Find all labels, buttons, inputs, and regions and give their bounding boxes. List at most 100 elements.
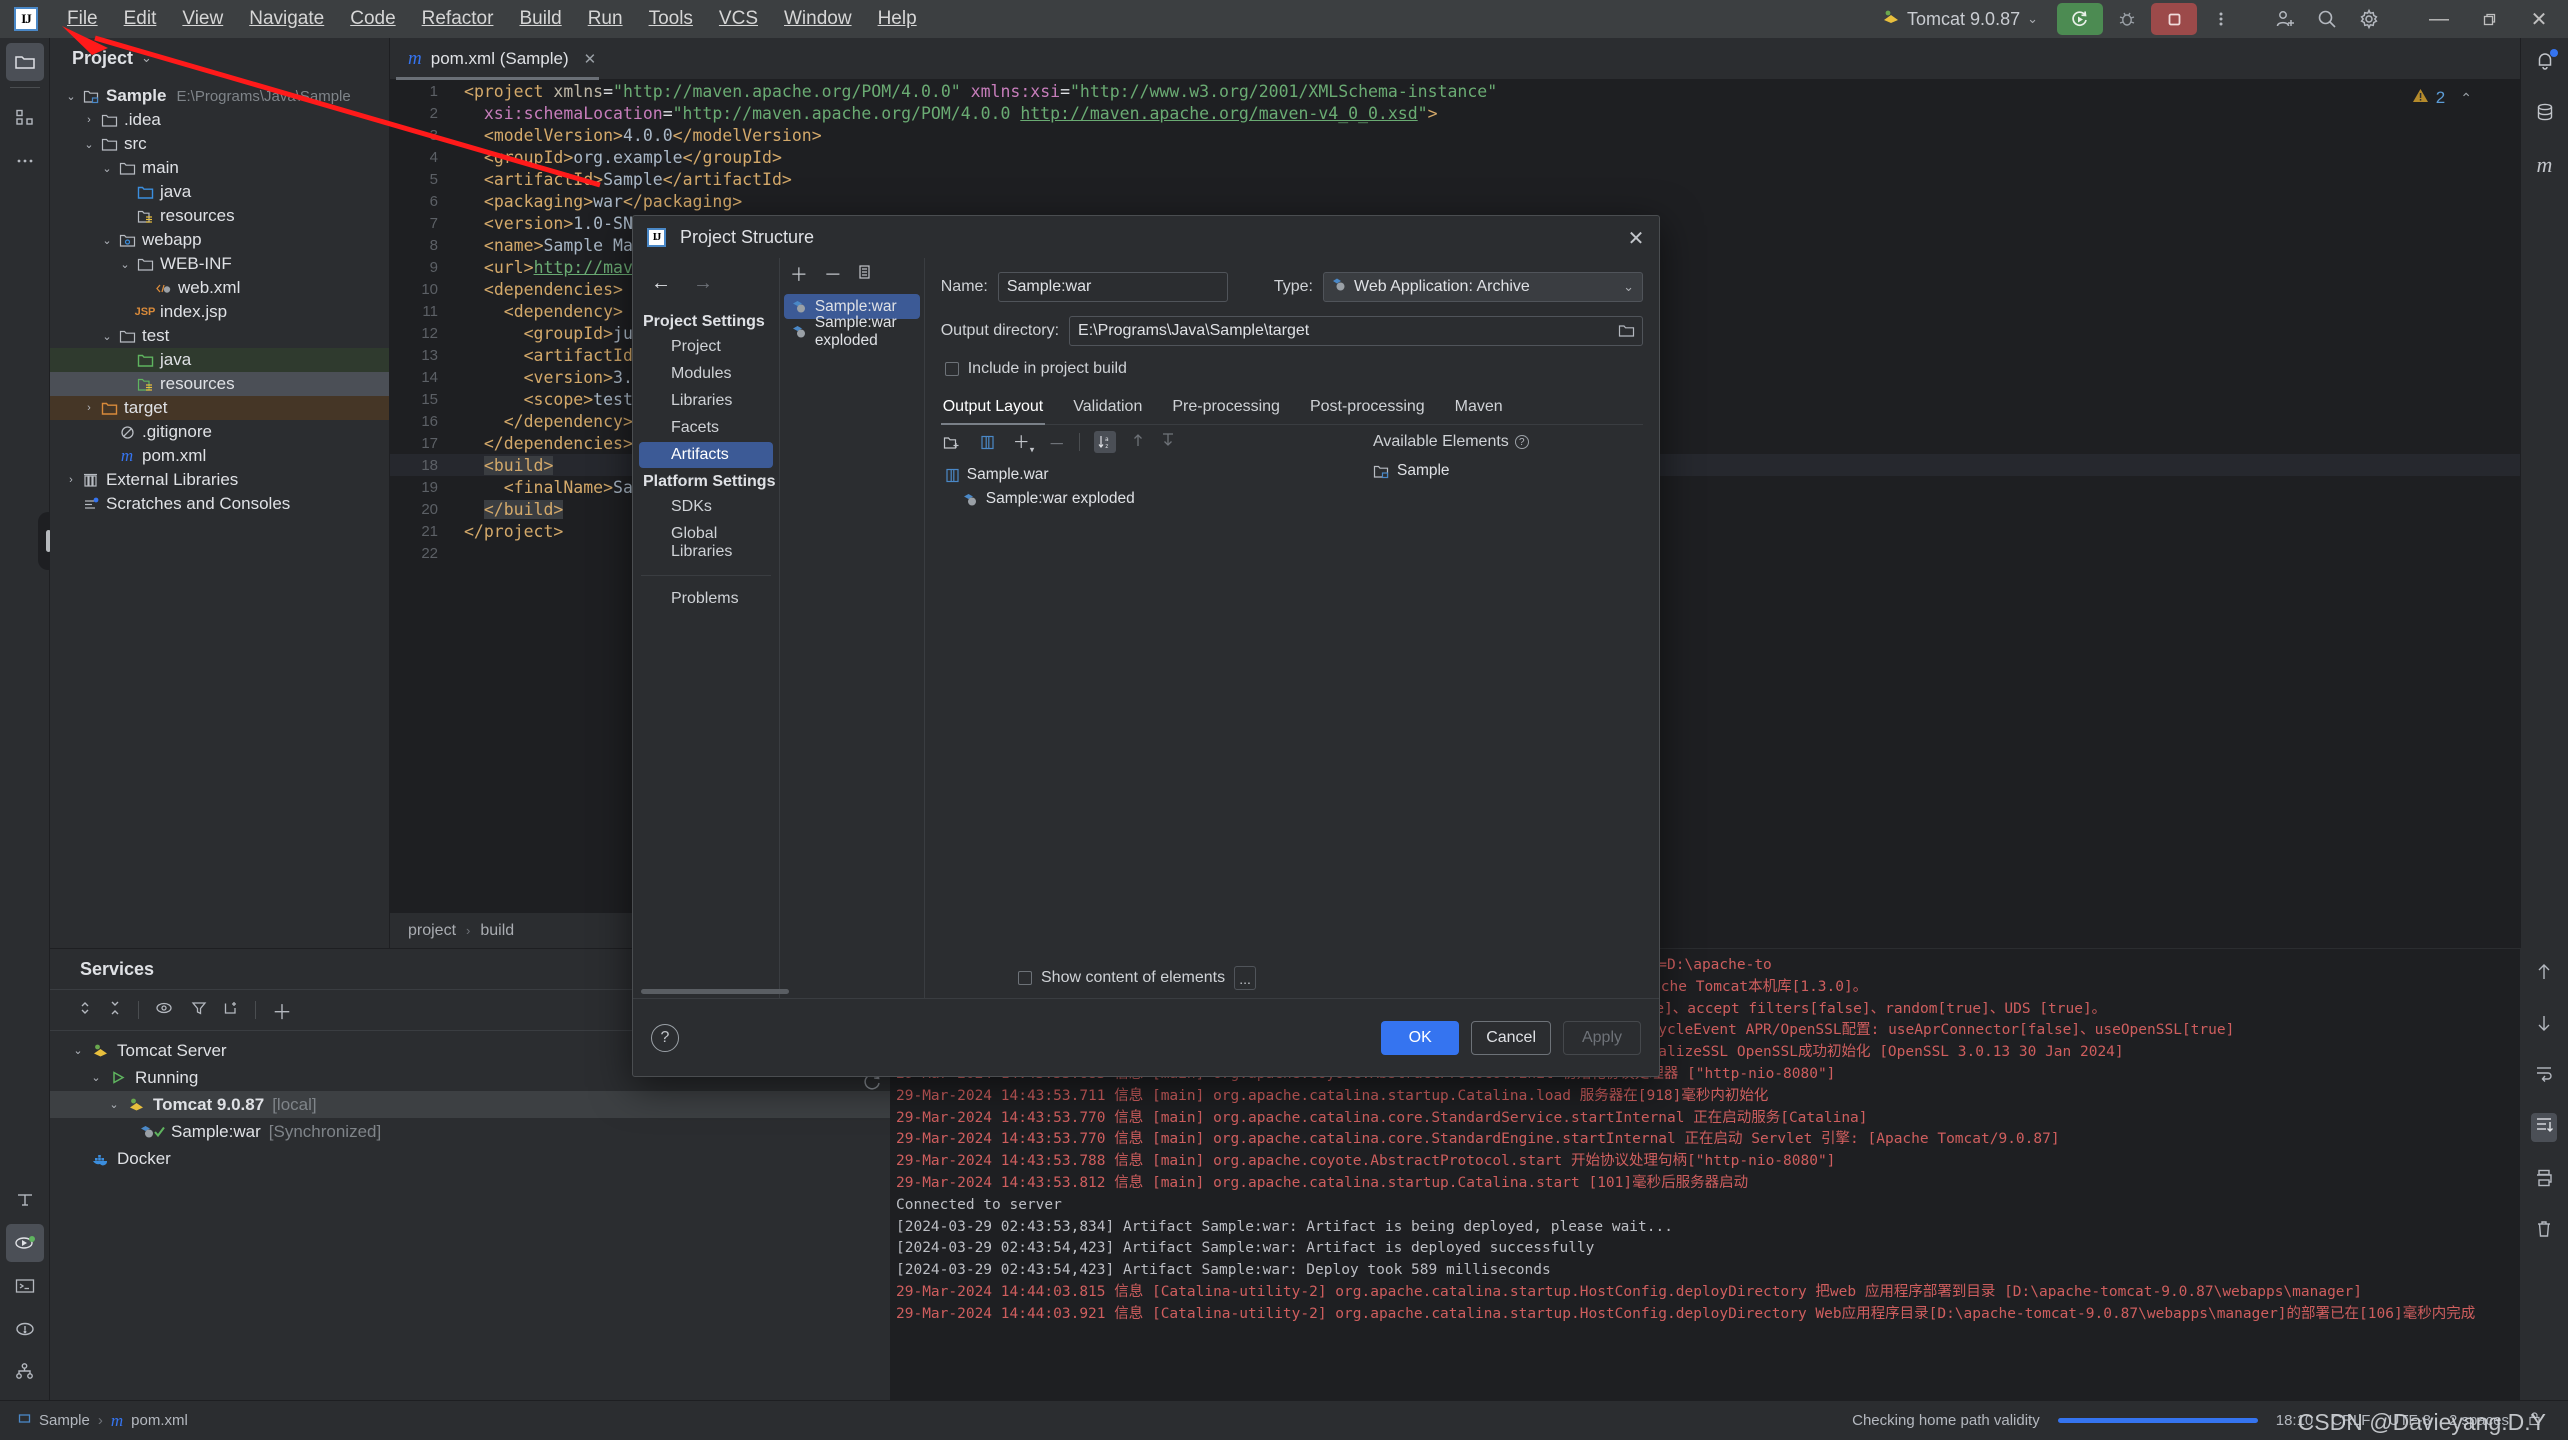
- tree-node[interactable]: resources: [50, 204, 389, 228]
- search-icon[interactable]: [2306, 0, 2348, 38]
- code-line[interactable]: 4 <groupId>org.example</groupId>: [390, 146, 2568, 168]
- settings-item-sdks[interactable]: SDKs: [639, 494, 773, 520]
- chevron-right-icon[interactable]: ›: [80, 402, 98, 414]
- editor-tab-pom-xml[interactable]: m pom.xml (Sample) ✕: [390, 38, 610, 80]
- remove-icon[interactable]: －: [1048, 430, 1065, 455]
- chevron-down-icon[interactable]: ⌄: [62, 90, 80, 103]
- artifact-tab-output-layout[interactable]: Output Layout: [940, 394, 1046, 425]
- menu-navigate[interactable]: Navigate: [236, 5, 337, 33]
- tree-node[interactable]: ⌄ main: [50, 156, 389, 180]
- terminal-tool-icon[interactable]: [6, 1267, 44, 1305]
- artifact-list[interactable]: Sample:war Sample:war exploded: [780, 290, 924, 349]
- output-layout-tree[interactable]: Sample.war Sample:war exploded: [941, 459, 1373, 511]
- artifact-item[interactable]: Sample:war exploded: [784, 314, 920, 349]
- menu-run[interactable]: Run: [575, 5, 636, 33]
- gear-icon[interactable]: [2348, 0, 2390, 38]
- tree-node[interactable]: .gitignore: [50, 420, 389, 444]
- output-layout-node[interactable]: Sample:war exploded: [941, 487, 1373, 511]
- chevron-down-icon[interactable]: ⌄: [116, 258, 134, 271]
- back-arrow-icon[interactable]: ←: [651, 272, 671, 295]
- statusbar-breadcrumb-file[interactable]: pom.xml: [131, 1412, 188, 1429]
- close-icon[interactable]: ✕: [2514, 0, 2564, 38]
- menu-build[interactable]: Build: [506, 5, 574, 33]
- settings-item-artifacts[interactable]: Artifacts: [639, 442, 773, 468]
- folder-browse-icon[interactable]: [1618, 323, 1635, 343]
- menu-file[interactable]: File: [54, 5, 111, 33]
- output-directory-input[interactable]: E:\Programs\Java\Sample\target: [1069, 316, 1643, 346]
- structure-tool-icon[interactable]: [6, 99, 44, 137]
- chevron-down-icon[interactable]: ⌄: [98, 234, 116, 247]
- artifact-tab-maven[interactable]: Maven: [1453, 394, 1505, 424]
- database-icon[interactable]: [2534, 101, 2556, 128]
- tree-node[interactable]: web.xml: [50, 276, 389, 300]
- dialog-close-icon[interactable]: ✕: [1623, 225, 1649, 251]
- database-tool-icon[interactable]: [6, 1181, 44, 1219]
- problems-tool-icon[interactable]: [6, 1310, 44, 1348]
- menu-help[interactable]: Help: [865, 5, 930, 33]
- settings-item-modules[interactable]: Modules: [639, 361, 773, 387]
- tree-node[interactable]: ⌄ Sample E:\Programs\Java\Sample: [50, 84, 389, 108]
- settings-item-problems[interactable]: Problems: [639, 586, 773, 612]
- artifact-tab-validation[interactable]: Validation: [1071, 394, 1144, 424]
- new-archive-icon[interactable]: [977, 431, 999, 453]
- artifact-tab-pre-processing[interactable]: Pre-processing: [1170, 394, 1282, 424]
- settings-item-project[interactable]: Project: [639, 334, 773, 360]
- output-layout-node[interactable]: Sample.war: [941, 463, 1373, 487]
- tree-node[interactable]: Scratches and Consoles: [50, 492, 389, 516]
- trash-icon[interactable]: [2534, 1219, 2554, 1244]
- services-node[interactable]: ⌄ Tomcat 9.0.87 [local]: [50, 1091, 890, 1118]
- scroll-to-end-icon[interactable]: [2531, 1113, 2557, 1142]
- debug-button[interactable]: [2106, 0, 2148, 38]
- include-in-build-row[interactable]: Include in project build: [944, 360, 1643, 378]
- settings-item-facets[interactable]: Facets: [639, 415, 773, 441]
- chevron-down-icon[interactable]: ⌄: [98, 330, 116, 343]
- add-icon[interactable]: ＋: [790, 261, 808, 287]
- artifact-tab-post-processing[interactable]: Post-processing: [1308, 394, 1427, 424]
- move-down-icon[interactable]: [1160, 432, 1176, 453]
- artifact-type-combo[interactable]: Web Application: Archive ⌄: [1323, 272, 1643, 302]
- add-tab-icon[interactable]: [223, 1000, 239, 1021]
- tree-node[interactable]: › External Libraries: [50, 468, 389, 492]
- tree-node[interactable]: ⌄ test: [50, 324, 389, 348]
- chevron-right-icon[interactable]: ›: [62, 474, 80, 486]
- menu-edit[interactable]: Edit: [111, 5, 170, 33]
- project-tree[interactable]: ⌄ Sample E:\Programs\Java\Sample › .idea ⌄ src…: [50, 78, 389, 516]
- services-tool-icon[interactable]: [5, 1224, 44, 1262]
- tree-node[interactable]: › target: [50, 396, 389, 420]
- copy-icon[interactable]: [858, 264, 873, 285]
- menu-vcs[interactable]: VCS: [706, 5, 771, 33]
- artifact-name-input[interactable]: Sample:war: [997, 272, 1228, 302]
- remove-icon[interactable]: －: [824, 261, 842, 287]
- forward-arrow-icon[interactable]: →: [693, 272, 713, 295]
- breadcrumb-project[interactable]: project: [408, 922, 456, 940]
- chevron-up-icon[interactable]: ⌃: [2460, 90, 2472, 107]
- add-user-icon[interactable]: [2264, 0, 2306, 38]
- scroll-up-icon[interactable]: [2535, 962, 2553, 987]
- code-line[interactable]: 1 <project xmlns="http://maven.apache.org…: [390, 80, 2568, 102]
- menu-tools[interactable]: Tools: [636, 5, 706, 33]
- code-line[interactable]: 5 <artifactId>Sample</artifactId>: [390, 168, 2568, 190]
- available-elements-list[interactable]: Sample: [1373, 459, 1643, 511]
- add-dropdown-icon[interactable]: ＋▾: [1013, 428, 1035, 455]
- chevron-down-icon[interactable]: ⌄: [104, 1098, 124, 1111]
- settings-item-global-libraries[interactable]: Global Libraries: [639, 521, 773, 565]
- project-tool-icon[interactable]: [5, 43, 44, 81]
- close-icon[interactable]: ✕: [584, 50, 597, 68]
- chevron-down-icon[interactable]: ⌄: [98, 162, 116, 175]
- notifications-icon[interactable]: [2534, 49, 2558, 77]
- tree-node[interactable]: m pom.xml: [50, 444, 389, 468]
- sort-az-icon[interactable]: az: [1094, 431, 1117, 453]
- services-node[interactable]: Sample:war [Synchronized]: [50, 1118, 890, 1145]
- chevron-down-icon[interactable]: ⌄: [86, 1071, 106, 1084]
- tree-node[interactable]: JSP index.jsp: [50, 300, 389, 324]
- menu-refactor[interactable]: Refactor: [409, 5, 507, 33]
- scroll-down-icon[interactable]: [2535, 1013, 2553, 1038]
- statusbar-breadcrumb-project[interactable]: Sample: [39, 1412, 90, 1429]
- more-options-icon[interactable]: [2200, 0, 2242, 38]
- chevron-down-icon[interactable]: ⌄: [68, 1044, 88, 1057]
- maven-icon[interactable]: m: [2537, 152, 2553, 178]
- available-element[interactable]: Sample: [1373, 459, 1643, 483]
- tree-node[interactable]: ⌄ src: [50, 132, 389, 156]
- soft-wrap-icon[interactable]: [2534, 1064, 2554, 1087]
- maximize-icon[interactable]: [2464, 0, 2514, 38]
